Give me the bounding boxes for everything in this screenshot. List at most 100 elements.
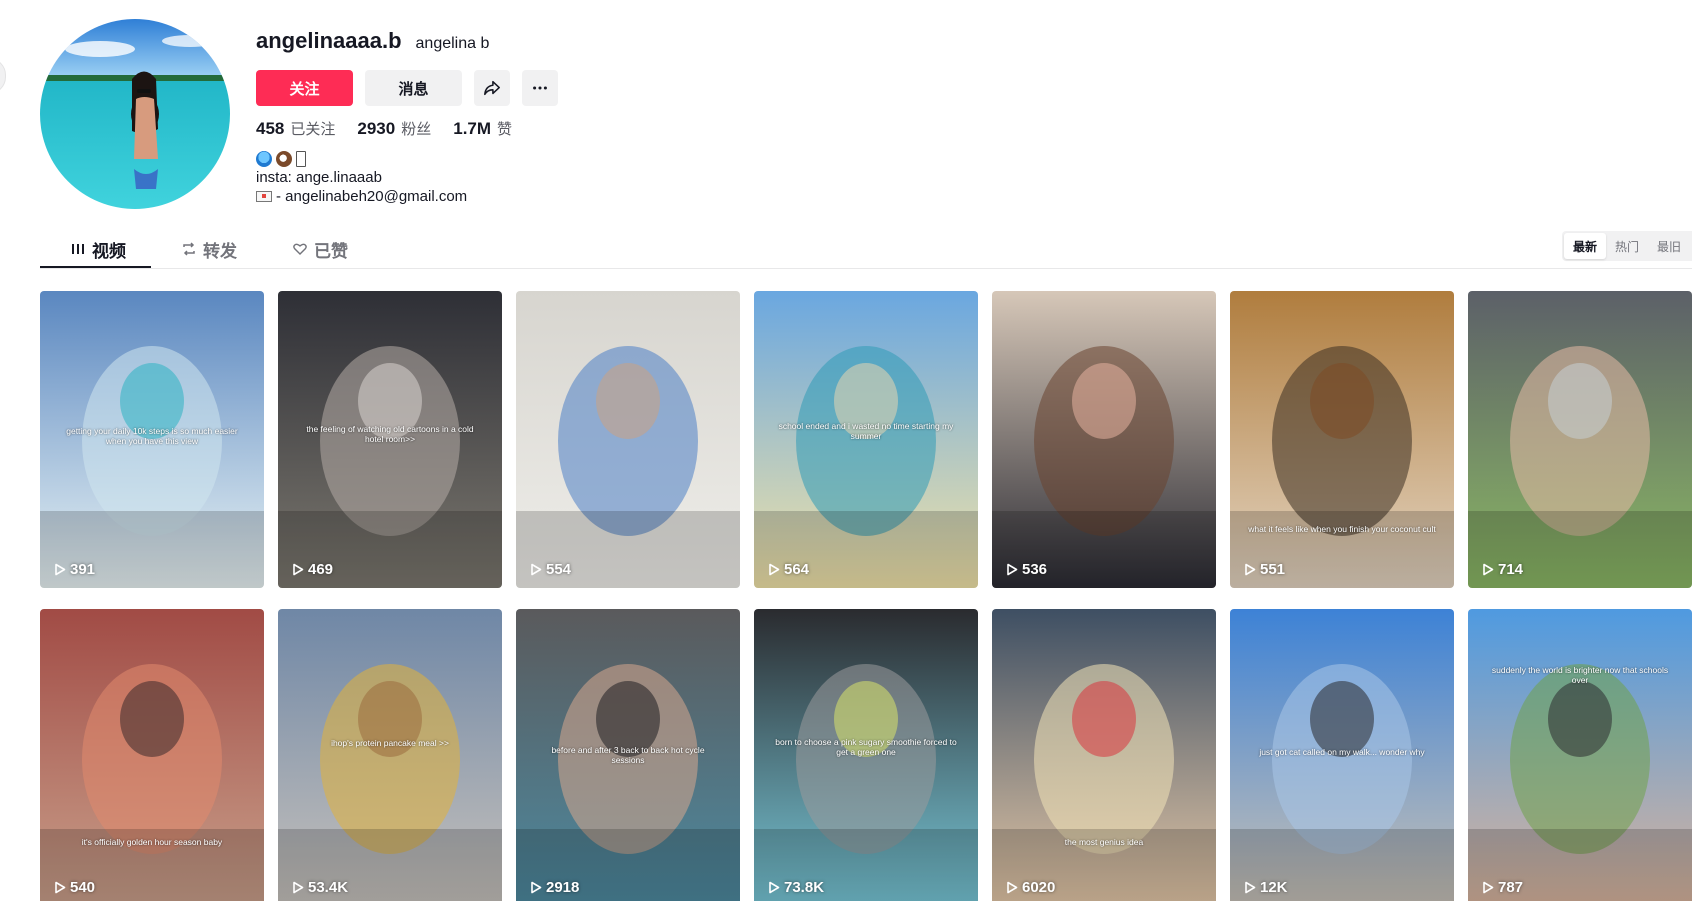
video-card[interactable]: 714: [1468, 291, 1692, 588]
view-count: 787: [1482, 879, 1523, 896]
view-count-number: 2918: [546, 879, 580, 896]
tab-reposts[interactable]: 转发: [181, 232, 237, 266]
view-count-number: 564: [784, 561, 810, 578]
bio-instagram: insta: ange.linaaab: [256, 169, 382, 186]
more-options-button[interactable]: [522, 70, 558, 106]
likes-count: 1.7M: [453, 119, 492, 138]
followers-count: 2930: [357, 119, 396, 138]
play-icon: [1483, 563, 1494, 576]
play-icon: [55, 563, 66, 576]
likes-stat: 1.7M 赞: [453, 118, 512, 139]
sort-oldest[interactable]: 最旧: [1648, 233, 1690, 259]
video-card[interactable]: born to choose a pink sugary smoothie fo…: [754, 609, 978, 901]
tab-liked[interactable]: 已赞: [292, 232, 348, 266]
sort-toggle: 最新 热门 最旧: [1562, 231, 1692, 261]
video-caption: just got cat called on my walk... wonder…: [1259, 747, 1425, 757]
tab-videos-label: 视频: [92, 241, 126, 261]
view-count: 714: [1482, 561, 1523, 578]
side-collapse-handle[interactable]: [0, 58, 6, 94]
video-card[interactable]: before and after 3 back to back hot cycl…: [516, 609, 740, 901]
nickname: angelina b: [415, 35, 490, 52]
tab-reposts-label: 转发: [203, 241, 237, 261]
bio: insta: ange.linaaab - angelinabeh20@gmai…: [256, 149, 956, 206]
view-count: 391: [54, 561, 95, 578]
content-tabs: 视频 转发 已赞: [40, 232, 1692, 269]
view-count: 536: [1006, 561, 1047, 578]
video-caption: born to choose a pink sugary smoothie fo…: [775, 737, 957, 757]
video-card[interactable]: ihop's protein pancake meal >> 53.4K: [278, 609, 502, 901]
active-tab-indicator: [40, 266, 151, 268]
followers-stat[interactable]: 2930 粉丝: [357, 118, 431, 139]
following-count: 458: [256, 119, 285, 138]
play-icon: [1007, 563, 1018, 576]
view-count: 540: [54, 879, 95, 896]
video-thumbnail: [992, 291, 1216, 588]
video-card[interactable]: getting your daily 10k steps is so much …: [40, 291, 264, 588]
video-card[interactable]: the most genius idea 6020: [992, 609, 1216, 901]
bio-email-line: - angelinabeh20@gmail.com: [256, 187, 956, 206]
video-card[interactable]: the feeling of watching old cartoons in …: [278, 291, 502, 588]
play-icon: [293, 881, 304, 894]
video-card[interactable]: what it feels like when you finish your …: [1230, 291, 1454, 588]
wave-emoji-icon: [256, 150, 272, 167]
view-count: 564: [768, 561, 809, 578]
share-button[interactable]: [474, 70, 510, 106]
video-thumbnail: [278, 609, 502, 901]
followers-label: 粉丝: [401, 121, 432, 138]
play-icon: [1245, 563, 1256, 576]
following-label: 已关注: [290, 121, 336, 138]
view-count: 469: [292, 561, 333, 578]
view-count-number: 73.8K: [784, 879, 825, 896]
sort-popular[interactable]: 热门: [1606, 233, 1648, 259]
play-icon: [1245, 881, 1256, 894]
tab-videos[interactable]: 视频: [70, 232, 126, 266]
profile-page: angelinaaaa.b angelina b 关注 消息 458 已关注 2…: [0, 0, 1692, 901]
view-count-number: 469: [308, 561, 334, 578]
video-card[interactable]: suddenly the world is brighter now that …: [1468, 609, 1692, 901]
video-caption: the feeling of watching old cartoons in …: [306, 424, 474, 444]
view-count: 551: [1244, 561, 1285, 578]
view-count-number: 554: [546, 561, 572, 578]
follow-button[interactable]: 关注: [256, 70, 353, 106]
video-caption: ihop's protein pancake meal >>: [331, 738, 449, 748]
avatar[interactable]: [40, 19, 230, 209]
play-icon: [769, 881, 780, 894]
view-count-number: 6020: [1022, 879, 1056, 896]
video-card[interactable]: school ended and i wasted no time starti…: [754, 291, 978, 588]
view-count-number: 551: [1260, 561, 1286, 578]
view-count: 12K: [1244, 879, 1288, 896]
tab-liked-label: 已赞: [314, 241, 348, 261]
view-count: 2918: [530, 879, 579, 896]
video-thumbnail: [1468, 291, 1692, 588]
envelope-icon: [256, 191, 272, 202]
view-count: 73.8K: [768, 879, 824, 896]
video-caption: getting your daily 10k steps is so much …: [66, 426, 238, 446]
following-stat[interactable]: 458 已关注: [256, 118, 335, 139]
video-card[interactable]: just got cat called on my walk... wonder…: [1230, 609, 1454, 901]
missing-glyph-icon: [296, 150, 306, 167]
view-count-number: 391: [70, 561, 96, 578]
play-icon: [293, 563, 304, 576]
video-card[interactable]: it's officially golden hour season baby 5…: [40, 609, 264, 901]
play-icon: [1483, 881, 1494, 894]
view-count: 6020: [1006, 879, 1055, 896]
play-icon: [769, 563, 780, 576]
view-count-number: 536: [1022, 561, 1048, 578]
message-button[interactable]: 消息: [365, 70, 462, 106]
play-icon: [1007, 881, 1018, 894]
video-thumbnail: [1230, 291, 1454, 588]
username: angelinaaaa.b: [256, 28, 402, 53]
video-card[interactable]: 536: [992, 291, 1216, 588]
view-count-number: 540: [70, 879, 96, 896]
view-count-number: 12K: [1260, 879, 1288, 896]
sort-latest[interactable]: 最新: [1564, 233, 1607, 259]
profile-stats: 458 已关注 2930 粉丝 1.7M 赞: [256, 118, 956, 139]
video-caption: what it feels like when you finish your …: [1248, 524, 1436, 534]
video-thumbnail: [992, 609, 1216, 901]
view-count-number: 53.4K: [308, 879, 349, 896]
view-count-number: 714: [1498, 561, 1524, 578]
repost-icon: [183, 242, 195, 256]
video-card[interactable]: 554: [516, 291, 740, 588]
video-caption: it's officially golden hour season baby: [81, 837, 223, 847]
share-icon: [484, 80, 500, 96]
